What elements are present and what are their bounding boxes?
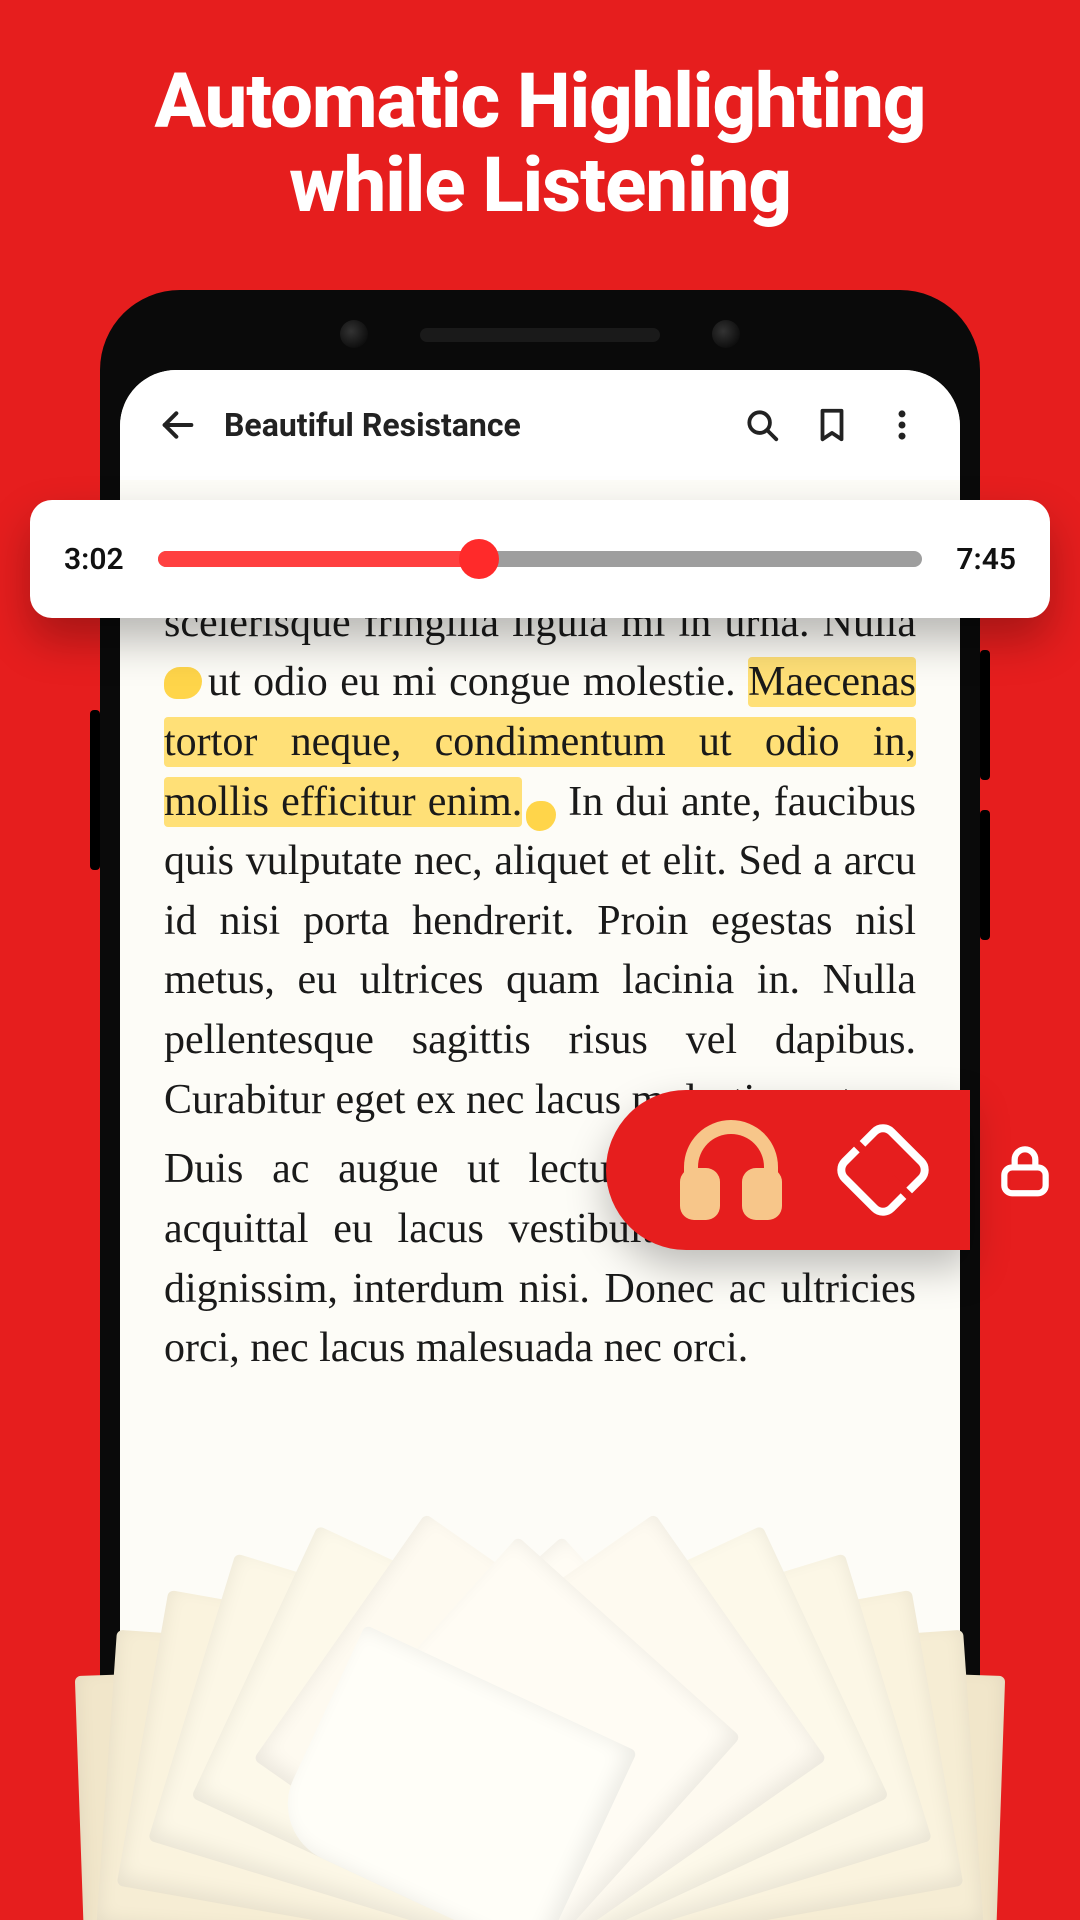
book-title: Beautiful Resistance — [224, 406, 716, 444]
phone-side-button-volume-down — [980, 810, 990, 940]
promo-headline: Automatic Highlighting while Listening — [0, 0, 1080, 267]
phone-sensor-left — [340, 320, 368, 348]
phone-side-button-volume-up — [980, 650, 990, 780]
floating-toolbar — [606, 1090, 1080, 1250]
listen-button[interactable] — [676, 1120, 786, 1220]
elapsed-time: 3:02 — [64, 542, 134, 577]
audio-progress-bar[interactable]: 3:02 7:45 — [30, 500, 1050, 618]
bookmark-button[interactable] — [808, 401, 856, 449]
app-bar: Beautiful Resistance — [120, 370, 960, 480]
headphones-icon — [676, 1120, 786, 1220]
progress-fill — [158, 551, 479, 567]
progress-track[interactable] — [158, 551, 922, 567]
search-button[interactable] — [738, 401, 786, 449]
search-icon — [743, 406, 781, 444]
text-plain: ut odio eu mi congue molestie. — [208, 659, 748, 705]
back-button[interactable] — [154, 401, 202, 449]
bookmark-icon — [813, 406, 851, 444]
progress-thumb[interactable] — [459, 539, 499, 579]
rotate-button[interactable] — [846, 1133, 920, 1207]
floating-pill — [606, 1090, 970, 1250]
phone-speaker — [420, 328, 660, 342]
promo-headline-line1: Automatic Highlighting — [154, 56, 925, 146]
promo-headline-line2: while Listening — [289, 140, 791, 230]
rotate-icon — [831, 1118, 936, 1223]
lock-button[interactable] — [970, 1090, 1080, 1250]
highlight-tail-decoration — [522, 779, 556, 825]
lock-icon — [994, 1139, 1056, 1201]
more-button[interactable] — [878, 401, 926, 449]
highlight-lead-decoration — [164, 659, 208, 705]
more-vertical-icon — [883, 406, 921, 444]
phone-side-button-left — [90, 710, 100, 870]
arrow-left-icon — [158, 405, 198, 445]
reader-paragraph-1: eleifend porttitor, orci est vehicula ve… — [164, 534, 916, 1130]
phone-sensor-right — [712, 320, 740, 348]
total-time: 7:45 — [946, 542, 1016, 577]
